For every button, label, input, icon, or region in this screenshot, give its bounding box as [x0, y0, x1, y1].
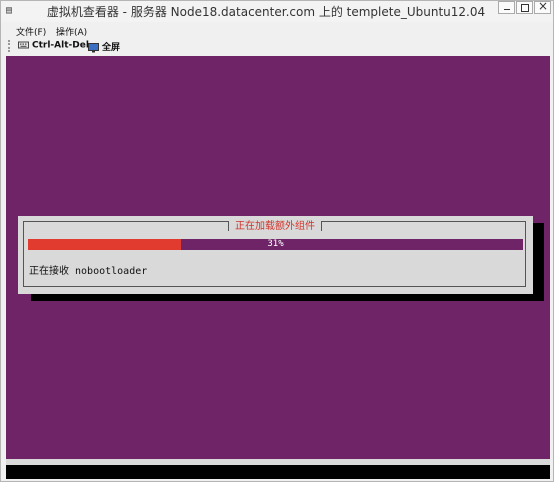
vm-console[interactable]: 正在加载额外组件 31% 正在接收 nobootloader	[6, 56, 550, 479]
dialog-title-text: 正在加载额外组件	[235, 221, 315, 232]
installer-dialog: 正在加载额外组件 31% 正在接收 nobootloader	[18, 216, 533, 294]
fullscreen-label: 全屏	[102, 43, 121, 53]
close-button[interactable]	[534, 0, 551, 14]
toolbar: Ctrl-Alt-Del 全屏	[1, 38, 553, 55]
menu-operations[interactable]: 操作(A)	[56, 25, 87, 38]
status-text: 正在接收 nobootloader	[29, 266, 148, 277]
title-divider-left	[228, 221, 229, 231]
maximize-button[interactable]	[516, 1, 533, 14]
fullscreen-button[interactable]: 全屏	[88, 40, 120, 53]
monitor-icon	[88, 42, 99, 52]
ctrl-alt-del-button[interactable]: Ctrl-Alt-Del	[18, 40, 89, 51]
progress-bar: 31%	[28, 239, 523, 250]
title-divider-right	[321, 221, 322, 231]
dialog-frame: 正在加载额外组件	[23, 221, 526, 287]
console-bottom-strip	[6, 459, 550, 465]
window-title: 虚拟机查看器 - 服务器 Node18.datacenter.com 上的 te…	[46, 5, 486, 19]
ctrl-alt-del-label: Ctrl-Alt-Del	[32, 40, 89, 51]
minimize-button[interactable]	[498, 1, 515, 14]
menu-bar: 文件(F) 操作(A)	[1, 22, 553, 38]
keyboard-icon	[18, 41, 29, 49]
dialog-title: 正在加载额外组件	[228, 221, 322, 233]
title-bar[interactable]: ▤ 虚拟机查看器 - 服务器 Node18.datacenter.com 上的 …	[1, 0, 553, 22]
progress-label: 31%	[267, 239, 284, 249]
vm-viewer-window: ▤ 虚拟机查看器 - 服务器 Node18.datacenter.com 上的 …	[0, 0, 554, 482]
toolbar-grip[interactable]	[8, 40, 12, 52]
menu-file[interactable]: 文件(F)	[16, 25, 46, 38]
